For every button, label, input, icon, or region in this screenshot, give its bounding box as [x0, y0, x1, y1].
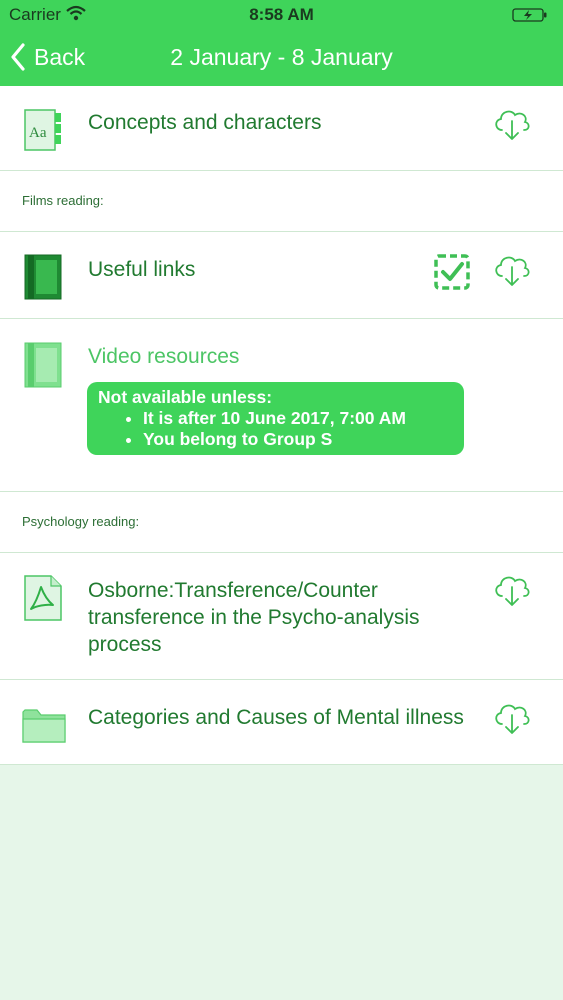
section-header-label: Psychology reading: — [22, 514, 140, 529]
page-title: 2 January - 8 January — [170, 44, 393, 70]
status-bar: Carrier 8:58 AM — [0, 0, 563, 30]
restriction-conditions: It is after 10 June 2017, 7:00 AM You be… — [98, 408, 464, 450]
battery-icon — [512, 7, 548, 28]
cloud-download-icon[interactable] — [492, 252, 532, 288]
restriction-title: Not available unless: — [98, 387, 273, 407]
book-icon — [24, 342, 62, 388]
list-item-concepts[interactable]: Aa Concepts and characters — [0, 86, 563, 171]
completion-checkbox-icon[interactable] — [434, 254, 470, 290]
item-title-line: process — [88, 633, 162, 656]
list-item-video-resources[interactable]: Video resources Not available unless: It… — [0, 319, 563, 492]
section-header-films: Films reading: — [0, 171, 563, 232]
folder-icon — [22, 709, 66, 743]
cloud-download-icon[interactable] — [492, 572, 532, 608]
pdf-icon — [24, 575, 62, 621]
cloud-download-icon[interactable] — [492, 700, 532, 736]
item-title-line: transference in the Psycho-analysis — [88, 606, 420, 629]
list-item-categories[interactable]: Categories and Causes of Mental illness — [0, 680, 563, 765]
restriction-condition: You belong to Group S — [143, 429, 464, 450]
item-title-line: Osborne:Transference/Counter — [88, 579, 378, 602]
section-header-label: Films reading: — [22, 193, 104, 208]
list-item-osborne[interactable]: Osborne:Transference/Counter transferenc… — [0, 553, 563, 680]
item-title: Osborne:Transference/Counter transferenc… — [88, 577, 420, 658]
item-title: Categories and Causes of Mental illness — [88, 706, 464, 729]
book-icon — [24, 254, 62, 300]
glossary-icon: Aa — [24, 109, 61, 151]
clock: 8:58 AM — [249, 5, 314, 24]
item-title: Useful links — [88, 258, 196, 281]
item-title: Concepts and characters — [88, 111, 322, 134]
content-list: Aa Concepts and characters Films reading… — [0, 86, 563, 765]
restriction-notice: Not available unless: It is after 10 Jun… — [87, 382, 464, 455]
cloud-download-icon[interactable] — [492, 106, 532, 142]
restriction-condition: It is after 10 June 2017, 7:00 AM — [143, 408, 464, 429]
svg-text:Aa: Aa — [29, 125, 47, 141]
list-item-useful-links[interactable]: Useful links — [0, 232, 563, 319]
section-header-psychology: Psychology reading: — [0, 492, 563, 553]
item-title: Video resources — [88, 345, 240, 368]
navigation-bar: Back 2 January - 8 January — [0, 30, 563, 86]
